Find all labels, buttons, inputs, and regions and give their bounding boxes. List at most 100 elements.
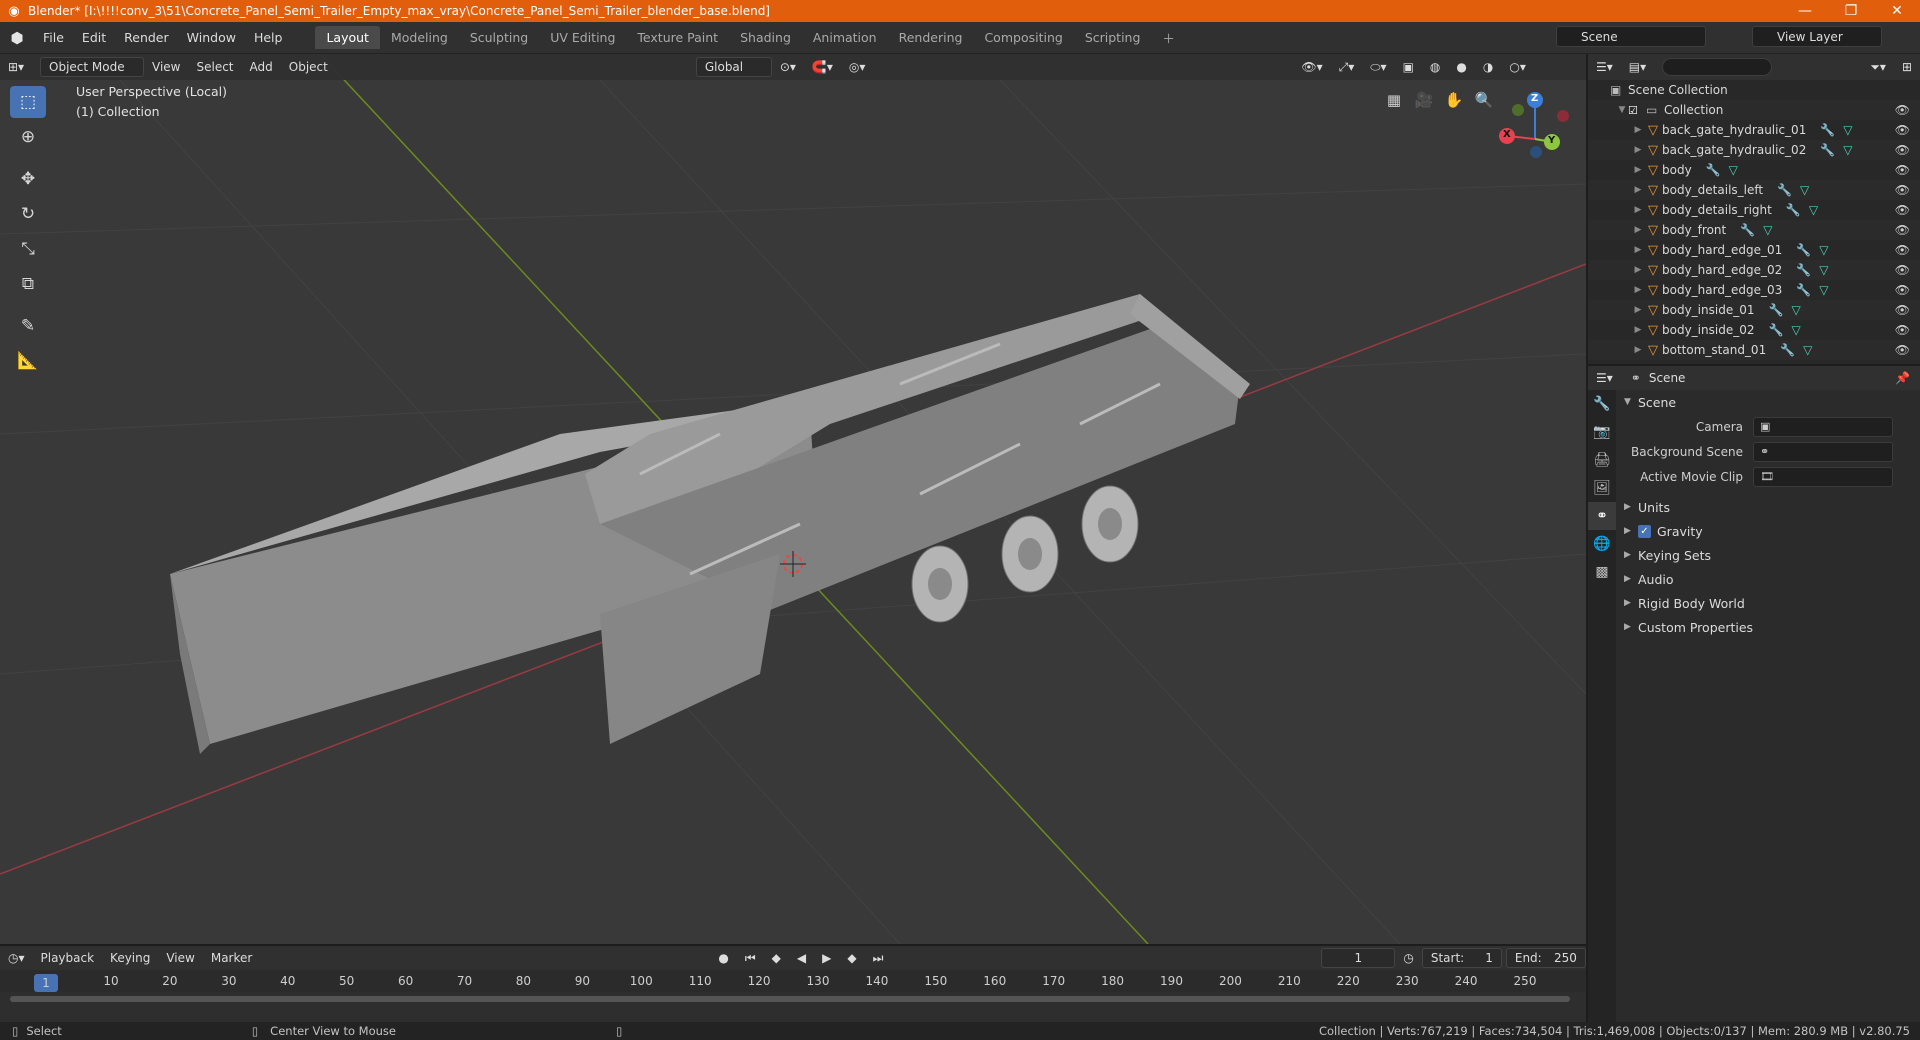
eye-icon[interactable]: 👁 [1895, 323, 1910, 337]
jump-start-icon[interactable]: ⏮ [737, 948, 764, 968]
eye-icon[interactable]: 👁 [1895, 243, 1910, 257]
solid-shading-icon[interactable]: ● [1448, 57, 1474, 77]
outliner-object-row[interactable]: ▶ ▽ back_gate_hydraulic_01 🔧 ▽ 👁 [1588, 120, 1920, 140]
outliner-editor-type-icon[interactable]: ☰▾ [1588, 57, 1621, 77]
menu-help[interactable]: Help [245, 30, 292, 45]
keying-menu[interactable]: Keying [102, 948, 158, 968]
viewport-select-menu[interactable]: Select [188, 57, 241, 77]
minimize-button[interactable]: — [1782, 3, 1828, 19]
tab-sculpting[interactable]: Sculpting [459, 26, 539, 49]
play-icon[interactable]: ▶ [814, 948, 839, 968]
proportional-edit-icon[interactable]: ◎▾ [841, 57, 874, 77]
modifier-icon[interactable]: 🔧 [1768, 303, 1783, 317]
new-collection-icon[interactable]: ⊞ [1894, 57, 1920, 77]
pan-hand-icon[interactable]: ✋ [1440, 86, 1468, 114]
mesh-data-icon[interactable]: ▽ [1819, 283, 1828, 297]
modifier-icon[interactable]: 🔧 [1796, 283, 1811, 297]
eye-icon[interactable]: 👁 [1895, 183, 1910, 197]
expand-triangle-icon[interactable]: ▶ [1632, 345, 1644, 355]
modifier-icon[interactable]: 🔧 [1786, 203, 1801, 217]
modifier-icon[interactable]: 🔧 [1706, 163, 1721, 177]
mode-dropdown[interactable]: Object Mode [40, 57, 144, 77]
eye-icon[interactable]: 👁 [1895, 263, 1910, 277]
toggle-camera-grid-icon[interactable]: ▦ [1380, 86, 1408, 114]
annotate-tool-icon[interactable]: ✎ [10, 310, 46, 342]
modifier-icon[interactable]: 🔧 [1796, 263, 1811, 277]
wireframe-shading-icon[interactable]: ◍ [1422, 57, 1448, 77]
playback-menu[interactable]: Playback [33, 948, 103, 968]
current-frame-field[interactable]: 1 [1321, 948, 1396, 968]
prev-keyframe-icon[interactable]: ◆ [764, 948, 789, 968]
menu-file[interactable]: File [34, 30, 73, 45]
overlay-toggle-icon[interactable]: ⬭▾ [1362, 57, 1394, 77]
zoom-icon[interactable]: 🔍 [1470, 86, 1498, 114]
custom-properties-panel[interactable]: ▶ Custom Properties [1618, 615, 1920, 639]
outliner-object-row[interactable]: ▶ ▽ body_details_right 🔧 ▽ 👁 [1588, 200, 1920, 220]
eye-icon[interactable]: 👁 [1895, 103, 1910, 117]
camera-view-icon[interactable]: 🎥 [1410, 86, 1438, 114]
eye-icon[interactable]: 👁 [1895, 203, 1910, 217]
mesh-data-icon[interactable]: ▽ [1729, 163, 1738, 177]
cursor-tool-icon[interactable]: ⊕ [10, 121, 46, 153]
measure-tool-icon[interactable]: 📐 [10, 345, 46, 377]
mesh-data-icon[interactable]: ▽ [1803, 343, 1812, 357]
outliner-object-row[interactable]: ▶ ▽ body_inside_01 🔧 ▽ 👁 [1588, 300, 1920, 320]
outliner-object-row[interactable]: ▶ ▽ body_hard_edge_01 🔧 ▽ 👁 [1588, 240, 1920, 260]
start-frame-field[interactable]: Start: 1 [1421, 948, 1502, 968]
expand-triangle-icon[interactable]: ▶ [1632, 325, 1644, 335]
menu-edit[interactable]: Edit [73, 30, 115, 45]
tab-compositing[interactable]: Compositing [973, 26, 1073, 49]
tab-texture-paint[interactable]: Texture Paint [626, 26, 729, 49]
tab-rendering[interactable]: Rendering [888, 26, 974, 49]
mesh-data-icon[interactable]: ▽ [1819, 243, 1828, 257]
xray-icon[interactable]: ▣ [1395, 57, 1422, 77]
move-tool-icon[interactable]: ✥ [10, 163, 46, 195]
tab-modeling[interactable]: Modeling [380, 26, 459, 49]
outliner-object-row[interactable]: ▶ ▽ bottom_stand_01 🔧 ▽ 👁 [1588, 340, 1920, 360]
movie-clip-field[interactable]: 🎞 [1753, 466, 1893, 487]
clock-icon[interactable]: ◷ [1395, 948, 1421, 968]
outliner-object-row[interactable]: ▶ ▽ body_details_left 🔧 ▽ 👁 [1588, 180, 1920, 200]
expand-triangle-icon[interactable]: ▶ [1632, 265, 1644, 275]
scene-collection-row[interactable]: ▣ Scene Collection [1588, 80, 1920, 100]
camera-field[interactable]: ▣ [1753, 416, 1893, 437]
expand-triangle-icon[interactable]: ▶ [1632, 125, 1644, 135]
modifier-icon[interactable]: 🔧 [1777, 183, 1792, 197]
mesh-data-icon[interactable]: ▽ [1763, 223, 1772, 237]
expand-triangle-icon[interactable]: ▶ [1632, 245, 1644, 255]
eye-icon[interactable]: 👁 [1895, 143, 1910, 157]
eye-icon[interactable]: 👁 [1895, 123, 1910, 137]
rotate-tool-icon[interactable]: ↻ [10, 198, 46, 230]
frame-ruler[interactable]: 1 10 20 30 40 50 60 70 80 90 100 110 120 130 140 150 16… [0, 970, 1586, 992]
tab-uv-editing[interactable]: UV Editing [539, 26, 626, 49]
keying-sets-panel[interactable]: ▶ Keying Sets [1618, 543, 1920, 567]
tab-scripting[interactable]: Scripting [1074, 26, 1152, 49]
display-mode-icon[interactable]: ▤▾ [1621, 57, 1654, 77]
outliner-object-row[interactable]: ▶ ▽ body_hard_edge_02 🔧 ▽ 👁 [1588, 260, 1920, 280]
tab-layout[interactable]: Layout [315, 26, 380, 49]
viewport-view-menu[interactable]: View [144, 57, 188, 77]
scene-tab-icon[interactable]: ⚭ [1588, 502, 1616, 530]
timeline-view-menu[interactable]: View [158, 948, 202, 968]
menu-window[interactable]: Window [178, 30, 245, 45]
material-shading-icon[interactable]: ◑ [1475, 57, 1501, 77]
texture-tab-icon[interactable]: ▩ [1588, 558, 1616, 586]
timeline-editor-type-icon[interactable]: ◷▾ [0, 948, 33, 968]
pivot-icon[interactable]: ⊙▾ [772, 57, 804, 77]
outliner-object-row[interactable]: ▶ ▽ body 🔧 ▽ 👁 [1588, 160, 1920, 180]
modifier-icon[interactable]: 🔧 [1780, 343, 1795, 357]
outliner-object-row[interactable]: ▶ ▽ back_gate_hydraulic_02 🔧 ▽ 👁 [1588, 140, 1920, 160]
expand-triangle-icon[interactable]: ▶ [1632, 185, 1644, 195]
outliner-object-row[interactable]: ▶ ▽ body_inside_02 🔧 ▽ 👁 [1588, 320, 1920, 340]
collapse-triangle-icon[interactable]: ▼ [1616, 105, 1628, 115]
marker-menu[interactable]: Marker [203, 948, 260, 968]
render-tab-icon[interactable]: 📷 [1588, 418, 1616, 446]
3d-viewport[interactable]: ⊞▾ Object Mode View Select Add Object Gl… [0, 54, 1586, 944]
tab-animation[interactable]: Animation [802, 26, 888, 49]
visibility-icon[interactable]: 👁▾ [1293, 57, 1330, 77]
world-tab-icon[interactable]: 🌐 [1588, 530, 1616, 558]
eye-icon[interactable]: 👁 [1895, 303, 1910, 317]
mesh-data-icon[interactable]: ▽ [1791, 323, 1800, 337]
eye-icon[interactable]: 👁 [1895, 223, 1910, 237]
maximize-button[interactable]: ❐ [1828, 3, 1874, 19]
